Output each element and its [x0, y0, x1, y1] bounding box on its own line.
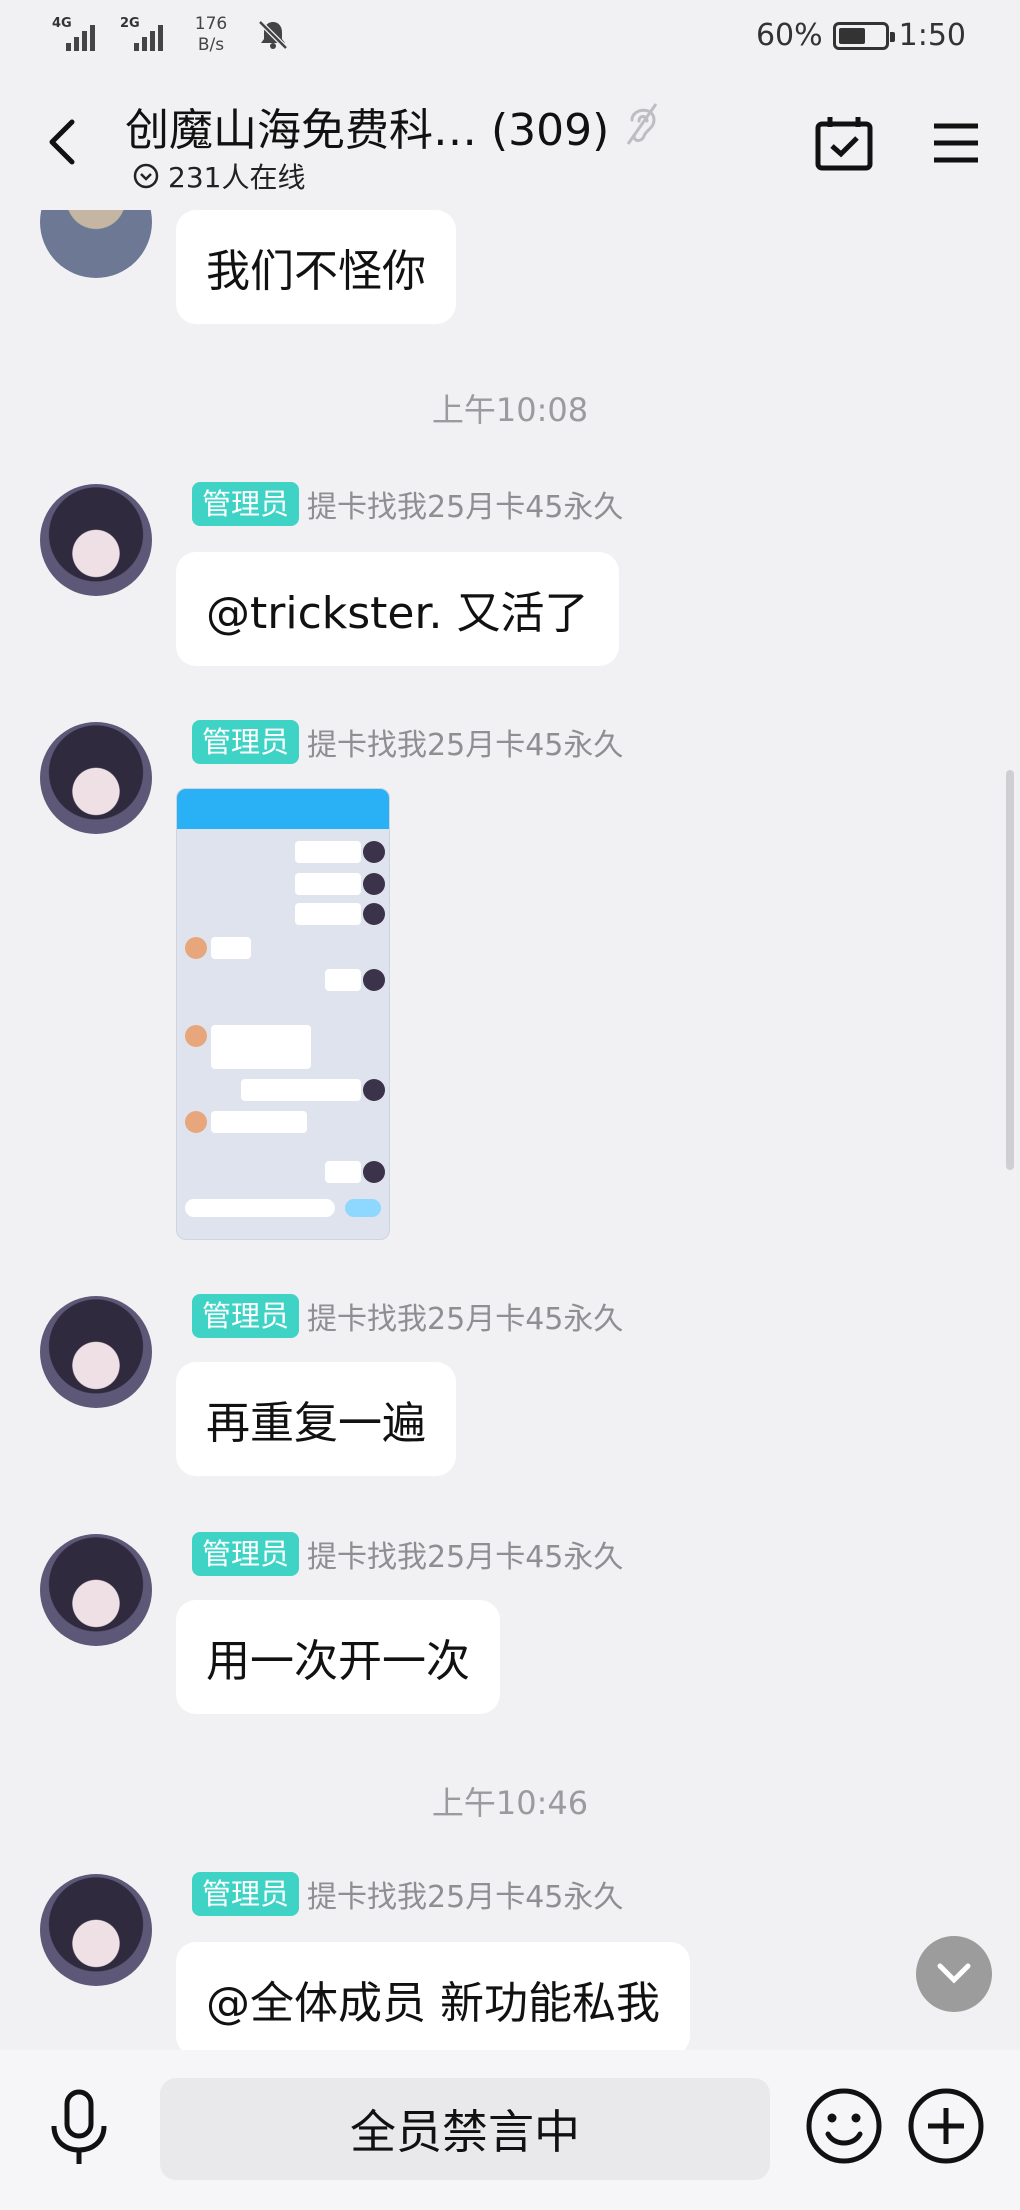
input-bar: 全员禁言中: [0, 2050, 1020, 2210]
sender-meta: 管理员 提卡找我25月卡45永久: [192, 1532, 623, 1576]
signal-2g-icon: 2G: [120, 15, 176, 55]
scroll-to-bottom-button[interactable]: [916, 1936, 992, 2012]
avatar[interactable]: [40, 210, 152, 278]
avatar[interactable]: [40, 722, 152, 834]
sender-name[interactable]: 提卡找我25月卡45永久: [307, 720, 623, 764]
sender-name[interactable]: 提卡找我25月卡45永久: [307, 1872, 623, 1916]
group-title[interactable]: 创魔山海免费科… (309): [125, 94, 609, 158]
ear-icon[interactable]: [622, 100, 662, 148]
message-bubble[interactable]: @全体成员 新功能私我: [176, 1942, 690, 2050]
sender-meta: 管理员 提卡找我25月卡45永久: [192, 1294, 623, 1338]
sender-meta: 管理员 提卡找我25月卡45永久: [192, 482, 623, 526]
menu-icon[interactable]: [932, 120, 980, 166]
timestamp: 上午10:46: [431, 1784, 589, 1822]
message-bubble[interactable]: @trickster. 又活了: [176, 552, 619, 666]
online-count-label: 231人在线: [168, 161, 306, 194]
microphone-icon[interactable]: [46, 2088, 112, 2168]
sender-name[interactable]: 提卡找我25月卡45永久: [307, 1532, 623, 1576]
admin-badge: 管理员: [192, 720, 300, 764]
admin-badge: 管理员: [192, 1532, 300, 1576]
speed-value: 176: [194, 14, 228, 34]
plus-icon[interactable]: [906, 2086, 986, 2166]
admin-badge: 管理员: [192, 1872, 300, 1916]
timestamp: 上午10:08: [431, 391, 589, 429]
admin-badge: 管理员: [192, 1294, 300, 1338]
mute-bell-icon: [258, 20, 288, 50]
status-bar: 4G 2G 176 B/s 60% 1:50: [0, 0, 1020, 72]
chevron-down-circle-icon: [133, 163, 159, 189]
network-speed: 176 B/s: [188, 14, 234, 56]
emoji-icon[interactable]: [804, 2086, 884, 2166]
avatar[interactable]: [40, 1874, 152, 1986]
message-bubble[interactable]: 用一次开一次: [176, 1600, 500, 1714]
sender-name[interactable]: 提卡找我25月卡45永久: [307, 482, 623, 526]
sender-name[interactable]: 提卡找我25月卡45永久: [307, 1294, 623, 1338]
avatar[interactable]: [40, 484, 152, 596]
chat-header: 创魔山海免费科… (309) 231人在线: [0, 72, 1020, 210]
scrollbar[interactable]: [1006, 770, 1014, 1170]
signal-4g-icon: 4G: [52, 15, 108, 55]
sender-meta: 管理员 提卡找我25月卡45永久: [192, 1872, 623, 1916]
online-count[interactable]: 231人在线: [132, 156, 305, 196]
message-bubble[interactable]: 我们不怪你: [176, 210, 456, 324]
speed-unit: B/s: [197, 35, 225, 55]
back-arrow-icon[interactable]: [38, 112, 88, 172]
calendar-check-icon[interactable]: [812, 112, 876, 176]
avatar[interactable]: [40, 1296, 152, 1408]
sender-meta: 管理员 提卡找我25月卡45永久: [192, 720, 623, 764]
avatar[interactable]: [40, 1534, 152, 1646]
battery-percent: 60%: [755, 18, 823, 53]
image-message[interactable]: [176, 788, 390, 1240]
admin-badge: 管理员: [192, 482, 300, 526]
battery-icon: [832, 21, 895, 50]
message-bubble[interactable]: 再重复一遍: [176, 1362, 456, 1476]
muted-input-field: 全员禁言中: [160, 2078, 770, 2180]
chevron-down-icon: [937, 1963, 971, 1984]
clock: 1:50: [898, 18, 966, 53]
message-list[interactable]: 我们不怪你 上午10:08 管理员 提卡找我25月卡45永久 @trickste…: [0, 210, 1020, 2050]
